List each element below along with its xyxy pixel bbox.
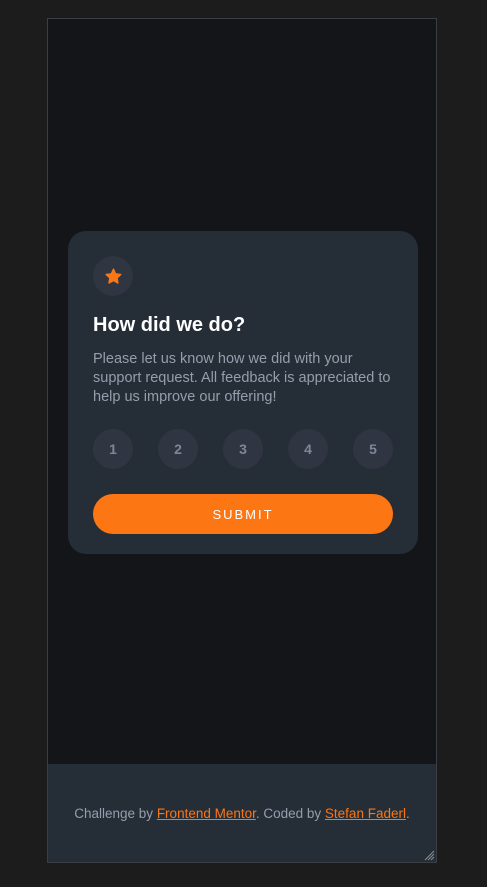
card-description: Please let us know how we did with your … — [93, 351, 391, 405]
attribution-footer: Challenge by Frontend Mentor. Coded by S… — [48, 764, 436, 862]
footer-prefix: Challenge by — [74, 805, 157, 821]
star-icon — [104, 268, 121, 284]
rating-option-3[interactable]: 3 — [223, 429, 263, 469]
card-title: How did we do? — [93, 314, 246, 336]
rating-option-5[interactable]: 5 — [353, 429, 393, 469]
rating-option-1[interactable]: 1 — [93, 429, 133, 469]
author-link[interactable]: Stefan Faderl — [325, 806, 406, 821]
frontend-mentor-link[interactable]: Frontend Mentor — [157, 806, 256, 821]
rating-option-2[interactable]: 2 — [158, 429, 198, 469]
footer-text: Challenge by Frontend Mentor. Coded by S… — [74, 806, 409, 821]
star-badge — [93, 256, 133, 296]
footer-middle: . Coded by — [255, 805, 325, 821]
submit-button[interactable]: SUBMIT — [93, 494, 393, 534]
footer-suffix: . — [405, 805, 410, 821]
app-viewport: How did we do? Please let us know how we… — [47, 18, 437, 863]
rating-option-4[interactable]: 4 — [288, 429, 328, 469]
rating-card: How did we do? Please let us know how we… — [68, 231, 418, 554]
rating-options: 1 2 3 4 5 — [93, 429, 393, 469]
resize-grip-icon[interactable] — [423, 849, 435, 861]
